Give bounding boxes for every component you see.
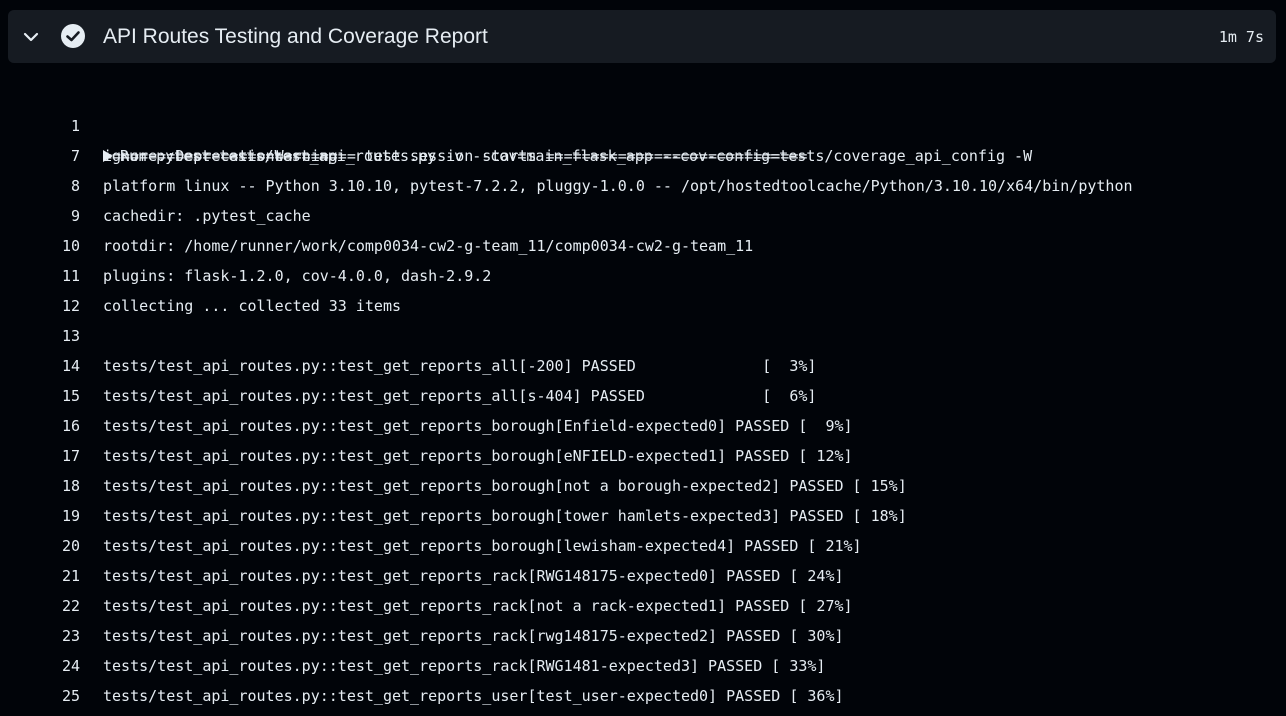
line-number[interactable]: 23 <box>40 621 80 651</box>
line-number[interactable]: 24 <box>40 651 80 681</box>
log-text: platform linux -- Python 3.10.10, pytest… <box>103 177 1133 195</box>
log-line[interactable]: 20 tests/test_api_routes.py::test_get_rep… <box>0 531 1286 561</box>
line-number[interactable]: 14 <box>40 351 80 381</box>
log-text: tests/test_api_routes.py::test_get_repor… <box>103 537 862 555</box>
line-number[interactable]: 18 <box>40 471 80 501</box>
log-line[interactable]: 11 plugins: flask-1.2.0, cov-4.0.0, dash-… <box>0 261 1286 291</box>
log-line[interactable]: 17 tests/test_api_routes.py::test_get_rep… <box>0 441 1286 471</box>
log-text: tests/test_api_routes.py::test_get_repor… <box>103 447 853 465</box>
line-number[interactable]: 19 <box>40 501 80 531</box>
log-text: tests/test_api_routes.py::test_get_repor… <box>103 597 853 615</box>
line-number[interactable]: 12 <box>40 291 80 321</box>
log-line[interactable]: 19 tests/test_api_routes.py::test_get_rep… <box>0 501 1286 531</box>
log-line[interactable]: 8 platform linux -- Python 3.10.10, pytes… <box>0 171 1286 201</box>
log-text: tests/test_api_routes.py::test_get_repor… <box>103 687 844 705</box>
log-line[interactable]: 7 ============================ test sessi… <box>0 141 1286 171</box>
step-title: API Routes Testing and Coverage Report <box>103 25 488 48</box>
log-line: ignore::DeprecationWarning <box>0 111 1286 165</box>
log-output: 1 Run pytest tests/test_api_routes.py -v… <box>0 81 1286 711</box>
log-text: tests/test_api_routes.py::test_get_repor… <box>103 387 817 405</box>
log-line[interactable]: 15 tests/test_api_routes.py::test_get_rep… <box>0 381 1286 411</box>
line-number[interactable]: 8 <box>40 171 80 201</box>
step-header[interactable]: API Routes Testing and Coverage Report 1… <box>8 10 1276 63</box>
log-line[interactable]: 16 tests/test_api_routes.py::test_get_rep… <box>0 411 1286 441</box>
log-line[interactable]: 23 tests/test_api_routes.py::test_get_rep… <box>0 621 1286 651</box>
log-line[interactable]: 24 tests/test_api_routes.py::test_get_rep… <box>0 651 1286 681</box>
log-text: ============================ test sessio… <box>103 147 808 165</box>
log-line[interactable]: 10 rootdir: /home/runner/work/comp0034-cw… <box>0 231 1286 261</box>
check-circle-icon <box>60 23 86 49</box>
log-text: tests/test_api_routes.py::test_get_repor… <box>103 627 844 645</box>
log-text: collecting ... collected 33 items <box>103 297 402 315</box>
log-line[interactable]: 9 cachedir: .pytest_cache <box>0 201 1286 231</box>
log-line[interactable]: 18 tests/test_api_routes.py::test_get_rep… <box>0 471 1286 501</box>
line-number[interactable]: 21 <box>40 561 80 591</box>
line-number[interactable]: 16 <box>40 411 80 441</box>
line-number[interactable]: 25 <box>40 681 80 711</box>
log-text: tests/test_api_routes.py::test_get_repor… <box>103 507 907 525</box>
line-number[interactable]: 17 <box>40 441 80 471</box>
log-line[interactable]: 25 tests/test_api_routes.py::test_get_rep… <box>0 681 1286 711</box>
line-number[interactable]: 11 <box>40 261 80 291</box>
log-text: cachedir: .pytest_cache <box>103 207 311 225</box>
log-line[interactable]: 13 <box>0 321 1286 351</box>
log-text: tests/test_api_routes.py::test_get_repor… <box>103 357 817 375</box>
line-number[interactable]: 13 <box>40 321 80 351</box>
log-text: tests/test_api_routes.py::test_get_repor… <box>103 417 853 435</box>
log-line[interactable]: 22 tests/test_api_routes.py::test_get_rep… <box>0 591 1286 621</box>
line-number[interactable]: 20 <box>40 531 80 561</box>
log-text: tests/test_api_routes.py::test_get_repor… <box>103 567 844 585</box>
log-line[interactable]: 14 tests/test_api_routes.py::test_get_rep… <box>0 351 1286 381</box>
log-text: plugins: flask-1.2.0, cov-4.0.0, dash-2.… <box>103 267 492 285</box>
log-line[interactable]: 12 collecting ... collected 33 items <box>0 291 1286 321</box>
line-number[interactable]: 9 <box>40 201 80 231</box>
line-number[interactable]: 15 <box>40 381 80 411</box>
log-text: tests/test_api_routes.py::test_get_repor… <box>103 657 826 675</box>
line-number[interactable]: 22 <box>40 591 80 621</box>
log-text: rootdir: /home/runner/work/comp0034-cw2-… <box>103 237 754 255</box>
log-line[interactable]: 1 Run pytest tests/test_api_routes.py -v… <box>0 81 1286 165</box>
line-number[interactable]: 10 <box>40 231 80 261</box>
log-text: tests/test_api_routes.py::test_get_repor… <box>103 477 907 495</box>
log-line[interactable]: 21 tests/test_api_routes.py::test_get_rep… <box>0 561 1286 591</box>
chevron-down-icon[interactable] <box>20 26 42 48</box>
step-duration: 1m 7s <box>1218 28 1264 46</box>
line-number[interactable]: 7 <box>40 141 80 171</box>
